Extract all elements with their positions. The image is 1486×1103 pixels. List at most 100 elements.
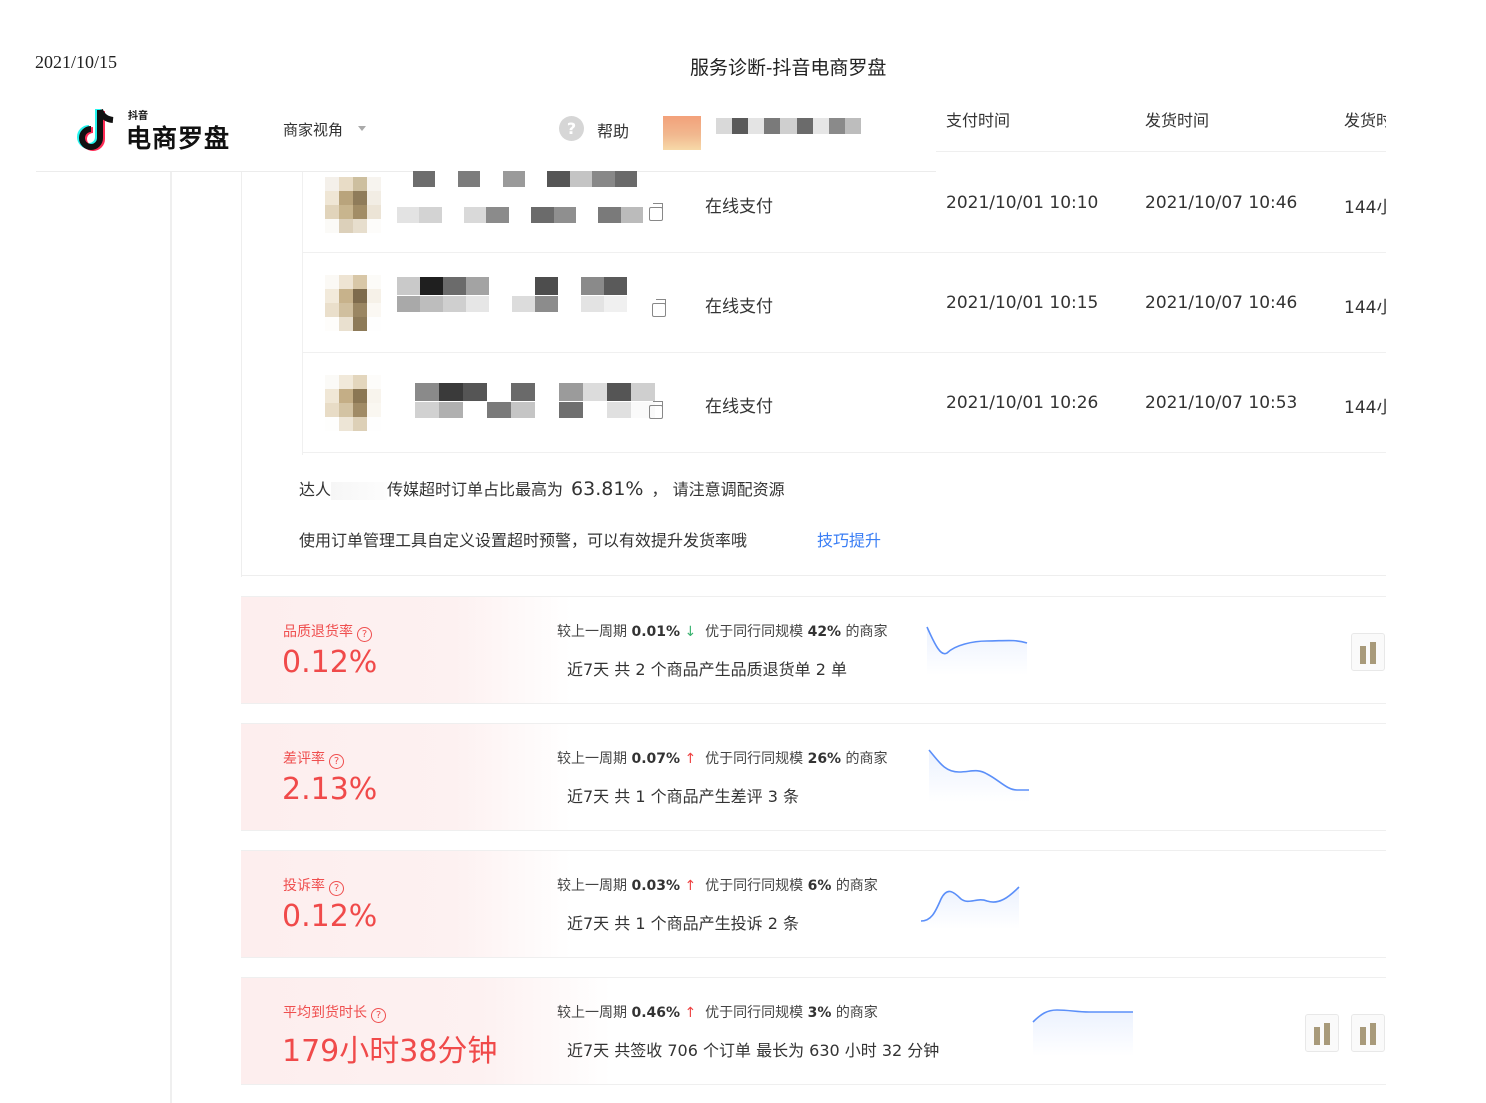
peer-percent: 42% bbox=[807, 624, 842, 640]
copy-icon[interactable] bbox=[649, 203, 663, 221]
product-thumbnail[interactable] bbox=[1351, 1014, 1385, 1052]
metric-label: 差评率? bbox=[283, 748, 344, 769]
timeout-warning-text: 传媒超时订单占比最高为 bbox=[387, 480, 564, 499]
metric-label: 平均到货时长? bbox=[283, 1002, 386, 1023]
metric-label-text: 品质退货率 bbox=[283, 624, 353, 640]
avatar[interactable] bbox=[663, 116, 701, 150]
metric-detail: 近7天 共 1 个商品产生差评 3 条 bbox=[567, 787, 799, 806]
peer-suffix: 的商家 bbox=[845, 624, 888, 640]
print-title: 服务诊断-抖音电商罗盘 bbox=[690, 57, 887, 79]
metric-label: 投诉率? bbox=[283, 875, 344, 896]
logo-text: 电商罗盘 bbox=[126, 124, 231, 153]
change-value: 0.46% bbox=[631, 1005, 681, 1021]
product-name-redacted bbox=[415, 383, 655, 419]
peer-compare-label: 优于同行同规模 bbox=[705, 751, 804, 767]
question-icon[interactable]: ? bbox=[329, 754, 344, 769]
product-thumbnail[interactable] bbox=[325, 375, 381, 431]
help-icon[interactable]: ? bbox=[559, 116, 584, 141]
metric-label-text: 差评率 bbox=[283, 751, 325, 767]
metric-detail: 近7天 共 2 个商品产生品质退货单 2 单 bbox=[567, 660, 847, 679]
metric-compare: 较上一周期 0.01% ↓ 优于同行同规模 42% 的商家 bbox=[557, 621, 888, 641]
timeout-ratio: 63.81% bbox=[571, 478, 644, 500]
product-thumbnail[interactable] bbox=[1351, 633, 1385, 671]
metric-value: 179小时38分钟 bbox=[282, 1034, 498, 1069]
compare-label: 较上一周期 bbox=[557, 1005, 627, 1021]
change-value: 0.03% bbox=[631, 878, 681, 894]
table-row[interactable]: 在线支付 2021/10/01 10:10 2021/10/07 10:46 1… bbox=[303, 153, 1386, 253]
card-edge bbox=[241, 172, 242, 577]
ship-time: 2021/10/07 10:46 bbox=[1145, 193, 1298, 213]
pay-time: 2021/10/01 10:10 bbox=[946, 193, 1099, 213]
change-value: 0.01% bbox=[631, 624, 681, 640]
ship-duration: 144小时 bbox=[1344, 198, 1386, 218]
copy-icon[interactable] bbox=[652, 299, 666, 317]
compare-label: 较上一周期 bbox=[557, 878, 627, 894]
compare-label: 较上一周期 bbox=[557, 624, 627, 640]
timeout-warning-suffix: ， 请注意调配资源 bbox=[651, 480, 785, 499]
peer-suffix: 的商家 bbox=[835, 878, 878, 894]
douyin-compass-logo[interactable]: 抖音 电商罗盘 bbox=[76, 104, 246, 156]
payment-method: 在线支付 bbox=[705, 397, 773, 417]
print-date: 2021/10/15 bbox=[35, 52, 118, 72]
table-row[interactable]: 在线支付 2021/10/01 10:26 2021/10/07 10:53 1… bbox=[303, 353, 1386, 453]
metric-compare: 较上一周期 0.03% ↑ 优于同行同规模 6% 的商家 bbox=[557, 875, 878, 895]
copy-icon[interactable] bbox=[649, 401, 663, 419]
timeout-warning-prefix: 达人 bbox=[299, 480, 332, 499]
metric-card-quality-return[interactable]: 品质退货率? 0.12% 较上一周期 0.01% ↓ 优于同行同规模 42% 的… bbox=[241, 596, 1386, 704]
trend-sparkline bbox=[1032, 1009, 1133, 1056]
trend-sparkline bbox=[926, 626, 1028, 675]
tips-link[interactable]: 技巧提升 bbox=[817, 527, 881, 551]
product-name-redacted bbox=[413, 171, 638, 187]
merchant-view-dropdown[interactable]: 商家视角 bbox=[283, 119, 343, 140]
peer-percent: 26% bbox=[807, 751, 842, 767]
arrow-up-icon: ↑ bbox=[684, 1005, 697, 1021]
trend-sparkline bbox=[928, 749, 1029, 802]
trend-sparkline bbox=[920, 886, 1020, 929]
metric-card-negative-review[interactable]: 差评率? 2.13% 较上一周期 0.07% ↑ 优于同行同规模 26% 的商家… bbox=[241, 723, 1386, 831]
metric-detail: 近7天 共 1 个商品产生投诉 2 条 bbox=[567, 914, 799, 933]
order-tool-tip: 使用订单管理工具自定义设置超时预警，可以有效提升发货率哦 bbox=[299, 531, 748, 550]
agency-name-redacted bbox=[331, 481, 388, 500]
caret-down-icon[interactable] bbox=[358, 126, 366, 131]
question-icon[interactable]: ? bbox=[329, 881, 344, 896]
arrow-up-icon: ↑ bbox=[684, 878, 697, 894]
help-link[interactable]: 帮助 bbox=[597, 118, 631, 142]
peer-compare-label: 优于同行同规模 bbox=[705, 1005, 804, 1021]
payment-method: 在线支付 bbox=[705, 197, 773, 217]
ship-duration: 144小时 bbox=[1344, 398, 1386, 418]
product-name-redacted bbox=[397, 277, 627, 313]
table-row[interactable]: 在线支付 2021/10/01 10:15 2021/10/07 10:46 1… bbox=[303, 253, 1386, 353]
product-thumbnail[interactable] bbox=[325, 275, 381, 331]
column-header-ship-time: 发货时间 bbox=[1145, 111, 1210, 130]
ship-time: 2021/10/07 10:46 bbox=[1145, 293, 1298, 313]
column-header-ship-duration: 发货时长 bbox=[1344, 111, 1386, 130]
metric-label-text: 平均到货时长 bbox=[283, 1005, 367, 1021]
column-header-pay-time: 支付时间 bbox=[946, 111, 1011, 130]
question-icon[interactable]: ? bbox=[371, 1008, 386, 1023]
pay-time: 2021/10/01 10:26 bbox=[946, 393, 1099, 413]
change-value: 0.07% bbox=[631, 751, 681, 767]
metric-value: 0.12% bbox=[282, 899, 378, 934]
timeout-warning: 达人 传媒超时订单占比最高为 63.81% ， 请注意调配资源 bbox=[299, 476, 785, 500]
metric-card-avg-delivery[interactable]: 平均到货时长? 179小时38分钟 较上一周期 0.46% ↑ 优于同行同规模 … bbox=[241, 977, 1386, 1085]
pay-time: 2021/10/01 10:15 bbox=[946, 293, 1099, 313]
metric-detail: 近7天 共签收 706 个订单 最长为 630 小时 32 分钟 bbox=[567, 1041, 940, 1060]
question-icon[interactable]: ? bbox=[357, 627, 372, 642]
peer-percent: 3% bbox=[807, 1005, 832, 1021]
metric-card-complaint[interactable]: 投诉率? 0.12% 较上一周期 0.03% ↑ 优于同行同规模 6% 的商家 … bbox=[241, 850, 1386, 958]
metric-value: 0.12% bbox=[282, 645, 378, 680]
metric-value: 2.13% bbox=[282, 772, 378, 807]
compare-label: 较上一周期 bbox=[557, 751, 627, 767]
product-spec-redacted bbox=[397, 207, 643, 223]
peer-compare-label: 优于同行同规模 bbox=[705, 878, 804, 894]
arrow-down-icon: ↓ bbox=[684, 624, 697, 640]
peer-suffix: 的商家 bbox=[845, 751, 888, 767]
username-redacted bbox=[716, 118, 861, 134]
metric-compare: 较上一周期 0.46% ↑ 优于同行同规模 3% 的商家 bbox=[557, 1002, 878, 1022]
product-thumbnail[interactable] bbox=[325, 177, 381, 233]
ship-duration: 144小时 bbox=[1344, 298, 1386, 318]
douyin-note-icon bbox=[77, 108, 114, 151]
peer-compare-label: 优于同行同规模 bbox=[705, 624, 804, 640]
product-thumbnail[interactable] bbox=[1305, 1014, 1339, 1052]
metric-label: 品质退货率? bbox=[283, 621, 372, 642]
